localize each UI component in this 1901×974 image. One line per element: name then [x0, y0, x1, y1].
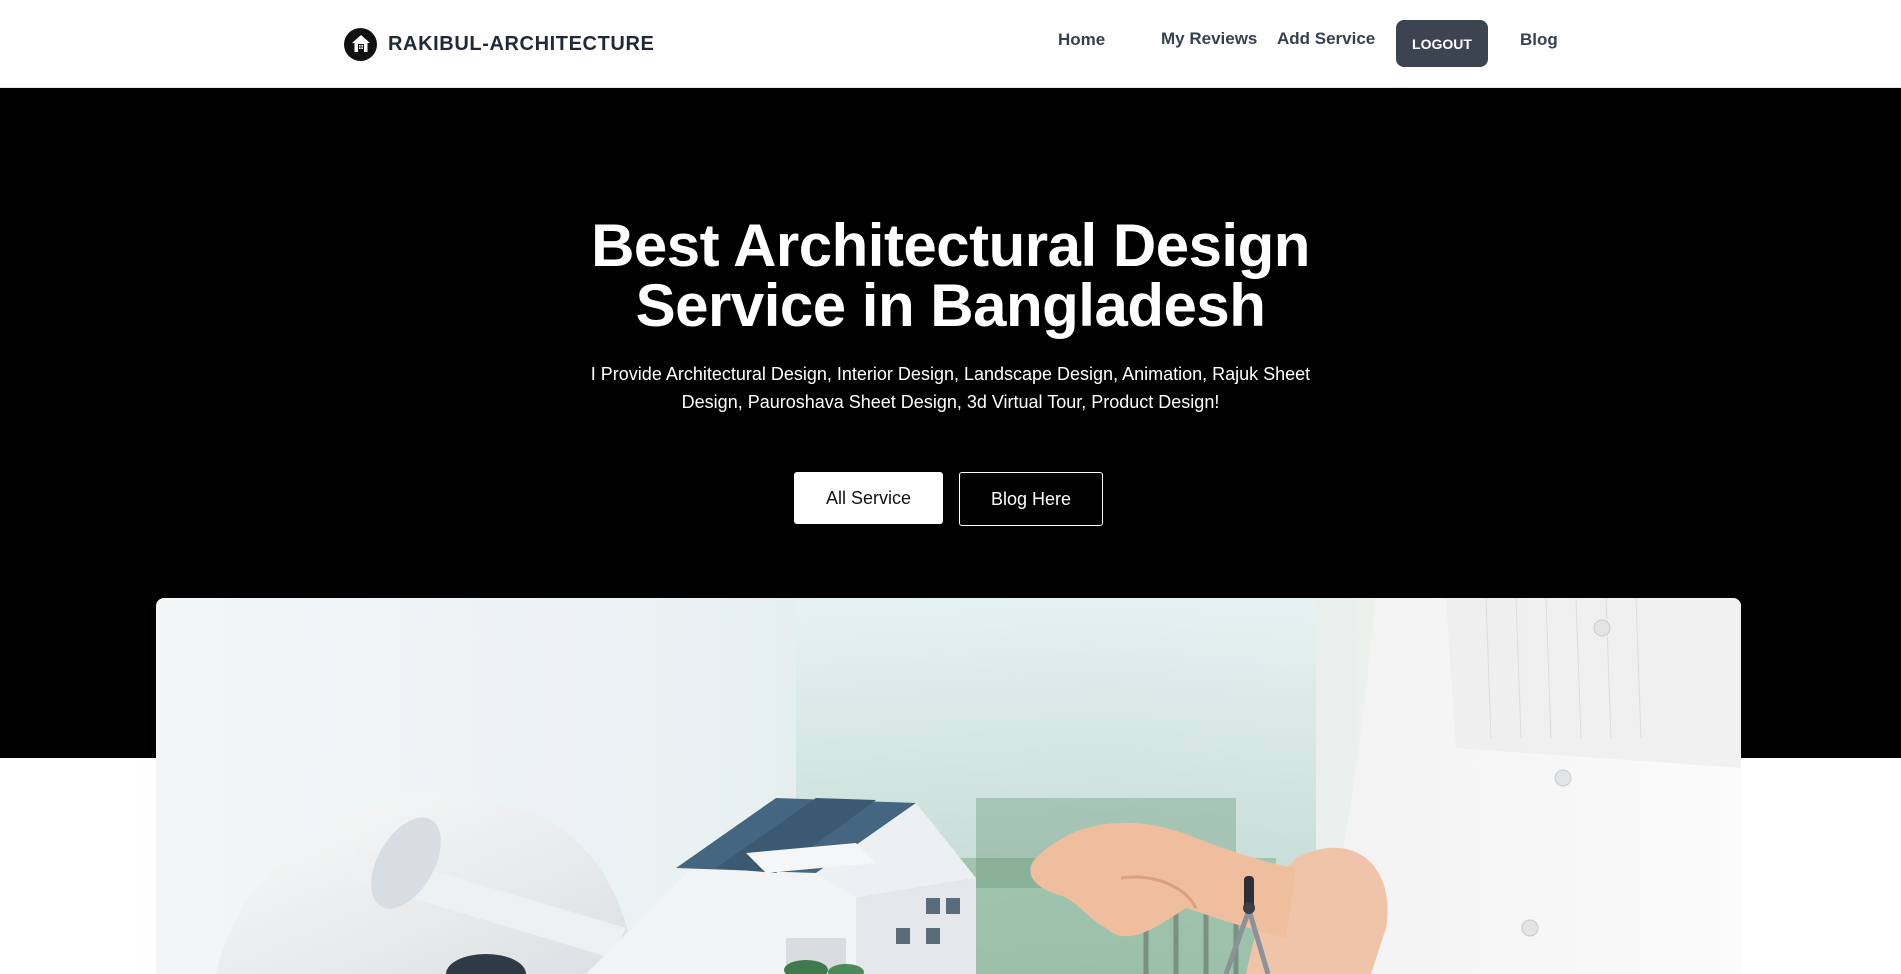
nav-my-reviews-link[interactable]: My Reviews	[1161, 29, 1257, 49]
architect-model-house-photo	[156, 598, 1741, 974]
all-service-button[interactable]: All Service	[794, 472, 943, 524]
blog-here-button[interactable]: Blog Here	[959, 472, 1103, 526]
logout-button[interactable]: LOGOUT	[1396, 20, 1488, 67]
top-navbar: RAKIBUL-ARCHITECTURE Home My Reviews Add…	[0, 0, 1901, 88]
nav-add-service-link[interactable]: Add Service	[1277, 29, 1375, 49]
hero-title-line-2: Service in Bangladesh	[635, 272, 1266, 339]
house-icon	[344, 27, 377, 61]
hero-title: Best Architectural Design Service in Ban…	[0, 216, 1901, 336]
hero-banner-image	[156, 598, 1741, 974]
nav-blog-link[interactable]: Blog	[1520, 30, 1558, 50]
brand-link[interactable]: RAKIBUL-ARCHITECTURE	[344, 27, 654, 61]
hero-description: I Provide Architectural Design, Interior…	[590, 364, 1311, 412]
hero-title-line-1: Best Architectural Design	[591, 212, 1310, 279]
nav-home-link[interactable]: Home	[1058, 30, 1105, 50]
brand-name: RAKIBUL-ARCHITECTURE	[388, 32, 655, 55]
